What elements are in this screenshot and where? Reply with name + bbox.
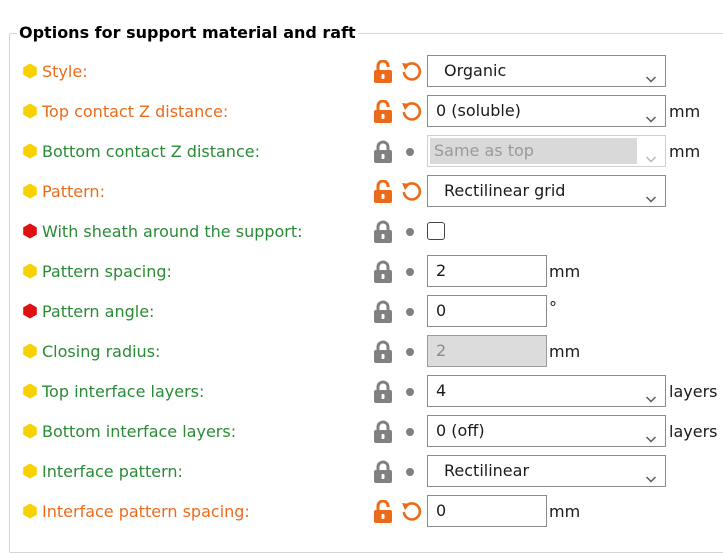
option-label: Top contact Z distance:: [42, 102, 229, 121]
chevron-down-icon: [645, 65, 657, 83]
unlocked-lock-icon[interactable]: [372, 59, 394, 84]
unlocked-lock-icon[interactable]: [372, 179, 394, 204]
undo-arrow-icon[interactable]: [400, 61, 422, 83]
option-label: Style:: [42, 62, 88, 81]
unit-label: layers: [669, 422, 718, 441]
locked-lock-icon: [372, 420, 394, 444]
dot-icon: [406, 308, 414, 316]
yellow-hexagon-icon: [22, 183, 38, 199]
yellow-hexagon-icon: [22, 263, 38, 279]
unlocked-lock-icon[interactable]: [372, 99, 394, 124]
yellow-hexagon-icon: [22, 503, 38, 519]
locked-lock-icon: [372, 300, 394, 324]
undo-arrow-icon[interactable]: [400, 501, 422, 523]
option-row: Bottom interface layers: 0 (off) layers: [0, 412, 723, 452]
option-row: Closing radius: 2 mm: [0, 332, 723, 372]
option-checkbox[interactable]: [427, 222, 445, 240]
chevron-down-icon: [645, 465, 657, 483]
red-hexagon-icon: [22, 223, 38, 239]
option-row: Interface pattern spacing: 0 mm: [0, 492, 723, 532]
locked-lock-icon: [372, 140, 394, 164]
yellow-hexagon-icon: [22, 463, 38, 479]
red-hexagon-icon: [22, 303, 38, 319]
option-row: Top interface layers: 4 layers: [0, 372, 723, 412]
chevron-down-icon: [645, 385, 657, 403]
unit-label: mm: [669, 142, 701, 161]
option-label: Top interface layers:: [42, 382, 205, 401]
option-row: Interface pattern: Rectilinear: [0, 452, 723, 492]
dot-icon: [406, 148, 414, 156]
undo-arrow-icon[interactable]: [400, 101, 422, 123]
dot-icon: [406, 348, 414, 356]
option-label: Bottom interface layers:: [42, 422, 237, 441]
unit-label: mm: [549, 342, 581, 361]
option-label: Closing radius:: [42, 342, 161, 361]
dropdown-value: 4: [436, 381, 447, 400]
option-editable-dropdown-disabled: Same as top: [427, 135, 666, 167]
unit-label: mm: [549, 262, 581, 281]
dot-icon: [406, 268, 414, 276]
locked-lock-icon: [372, 380, 394, 404]
chevron-down-icon: [645, 145, 657, 163]
field-value: 2: [436, 261, 447, 280]
yellow-hexagon-icon: [22, 63, 38, 79]
field-value: 0: [436, 501, 447, 520]
yellow-hexagon-icon: [22, 383, 38, 399]
locked-lock-icon: [372, 220, 394, 244]
unit-label: mm: [669, 102, 701, 121]
option-dropdown[interactable]: Organic: [427, 55, 666, 87]
chevron-down-icon: [645, 425, 657, 443]
field-value: 0: [436, 301, 447, 320]
option-label: Pattern spacing:: [42, 262, 172, 281]
option-row: Pattern spacing: 2 mm: [0, 252, 723, 292]
option-label: Pattern:: [42, 182, 105, 201]
yellow-hexagon-icon: [22, 143, 38, 159]
dot-icon: [406, 228, 414, 236]
unit-label: °: [549, 298, 557, 317]
option-label: With sheath around the support:: [42, 222, 303, 241]
dropdown-value: Rectilinear grid: [444, 181, 566, 200]
option-editable-dropdown[interactable]: 4: [427, 375, 666, 407]
yellow-hexagon-icon: [22, 423, 38, 439]
field-value: 2: [436, 341, 447, 360]
locked-lock-icon: [372, 340, 394, 364]
unit-label: mm: [549, 502, 581, 521]
option-row: Pattern: Rectilinear grid: [0, 172, 723, 212]
option-text-field[interactable]: 0: [427, 495, 547, 527]
yellow-hexagon-icon: [22, 103, 38, 119]
dropdown-value: Rectilinear: [444, 461, 530, 480]
locked-lock-icon: [372, 260, 394, 284]
dropdown-value: Organic: [444, 61, 507, 80]
option-editable-dropdown[interactable]: 0 (soluble): [427, 95, 666, 127]
dropdown-value: 0 (off): [436, 421, 485, 440]
option-row: Top contact Z distance: 0 (soluble) mm: [0, 92, 723, 132]
dot-icon: [406, 468, 414, 476]
locked-lock-icon: [372, 460, 394, 484]
group-title: Options for support material and raft: [17, 22, 358, 44]
option-text-field[interactable]: 0: [427, 295, 547, 327]
option-text-field[interactable]: 2: [427, 255, 547, 287]
dropdown-value: Same as top: [434, 141, 534, 160]
option-dropdown[interactable]: Rectilinear grid: [427, 175, 666, 207]
option-row: Pattern angle: 0 °: [0, 292, 723, 332]
option-row: Style: Organic: [0, 52, 723, 92]
chevron-down-icon: [645, 105, 657, 123]
chevron-down-icon: [645, 185, 657, 203]
option-text-field-disabled: 2: [427, 335, 547, 367]
unlocked-lock-icon[interactable]: [372, 499, 394, 524]
option-row: Bottom contact Z distance: Same as top mm: [0, 132, 723, 172]
option-label: Bottom contact Z distance:: [42, 142, 260, 161]
undo-arrow-icon[interactable]: [400, 181, 422, 203]
option-dropdown[interactable]: Rectilinear: [427, 455, 666, 487]
option-row: With sheath around the support:: [0, 212, 723, 252]
option-editable-dropdown[interactable]: 0 (off): [427, 415, 666, 447]
unit-label: layers: [669, 382, 718, 401]
yellow-hexagon-icon: [22, 343, 38, 359]
option-label: Interface pattern:: [42, 462, 183, 481]
dot-icon: [406, 388, 414, 396]
dot-icon: [406, 428, 414, 436]
option-label: Pattern angle:: [42, 302, 155, 321]
option-label: Interface pattern spacing:: [42, 502, 250, 521]
dropdown-value: 0 (soluble): [436, 101, 521, 120]
